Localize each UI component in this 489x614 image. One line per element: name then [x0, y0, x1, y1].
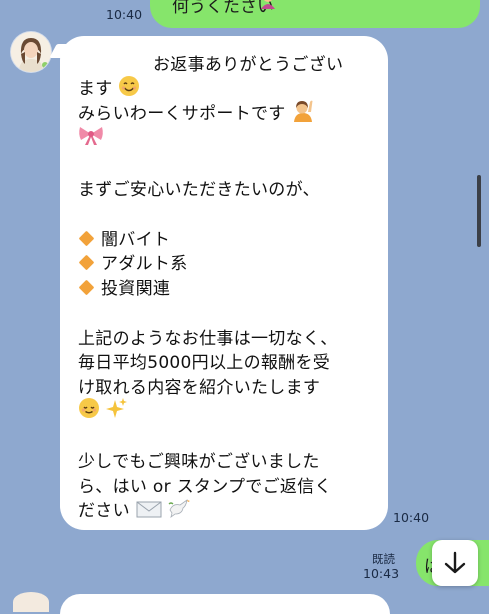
envelope-icon: [136, 499, 162, 524]
scroll-down-arrow-icon: [444, 551, 466, 579]
message-line: 毎日平均5000円以上の報酬を受: [78, 353, 331, 373]
list-item: 闇バイト: [78, 225, 170, 250]
orange-diamond-icon: [78, 254, 95, 271]
relieved-face-icon: [78, 397, 100, 424]
next-incoming-bubble[interactable]: [60, 594, 390, 614]
message-line: みらいわーくサポートです: [78, 98, 315, 127]
sparkles-icon: [105, 397, 128, 424]
message-line: け取れる内容を紹介いたします: [78, 378, 321, 398]
dove-icon: [167, 497, 191, 524]
bubble-tail: [49, 44, 73, 58]
ribbon-icon: [78, 124, 104, 151]
message-line: [78, 397, 128, 424]
message-line: [78, 124, 104, 151]
raising-hand-icon: [291, 98, 315, 127]
read-receipt-label: 既読: [372, 552, 395, 566]
incoming-message-bubble[interactable]: お返事ありがとうござい ます みらいわーくサポートです まずご安心いただきたいの…: [49, 36, 388, 530]
message-line: まずご安心いただきたいのが、: [78, 180, 320, 200]
orange-diamond-icon: [78, 230, 95, 247]
chat-scrollbar[interactable]: [477, 175, 481, 247]
next-sender-avatar[interactable]: [13, 592, 49, 612]
list-item: アダルト系: [78, 249, 188, 274]
previous-message-timestamp: 10:40: [106, 7, 143, 22]
sender-avatar[interactable]: [11, 32, 51, 72]
message-line: 少しでもご興味がございました: [78, 452, 320, 472]
message-line: 上記のようなお仕事は一切なく、: [78, 329, 338, 349]
person-bowing-icon: [258, 0, 278, 14]
list-item: 投資関連: [78, 274, 170, 299]
message-line: ら、はい or スタンプでご返信く: [78, 477, 332, 497]
incoming-message-timestamp: 10:40: [393, 510, 430, 525]
previous-outgoing-bubble[interactable]: 何うくたさい: [150, 0, 480, 28]
outgoing-message-timestamp: 10:43: [363, 566, 400, 581]
scroll-to-bottom-button[interactable]: [432, 540, 478, 586]
orange-diamond-icon: [78, 279, 95, 296]
message-line: お返事ありがとうござい: [153, 55, 344, 75]
message-line: ださい: [78, 496, 191, 524]
